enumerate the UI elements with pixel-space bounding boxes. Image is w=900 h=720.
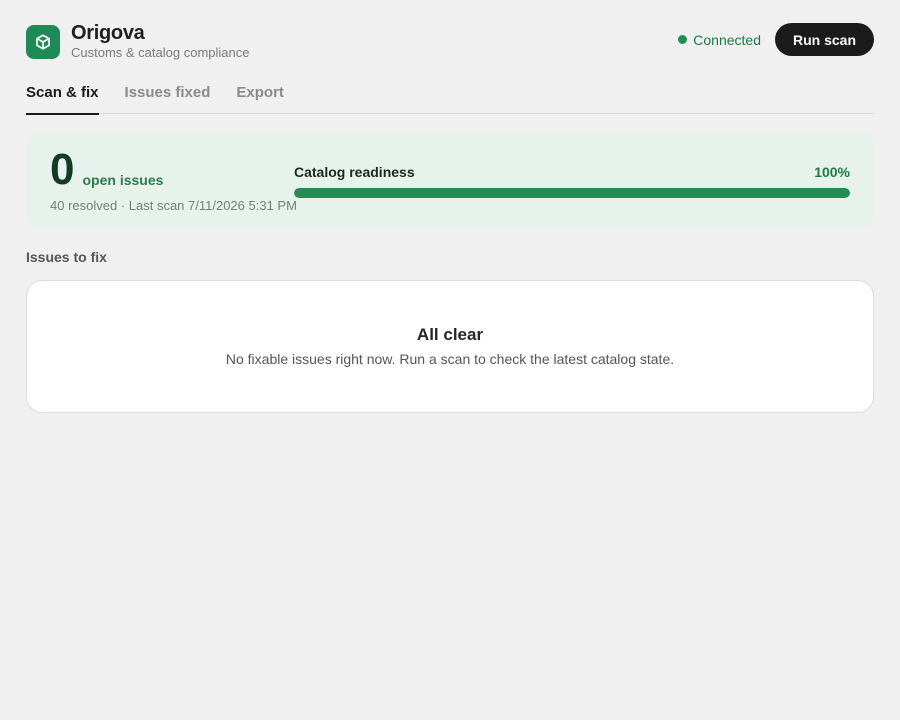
count-row: 0 open issues [50,148,297,192]
brand-text: Origova Customs & catalog compliance [71,22,249,61]
readiness-progress-fill [294,188,850,198]
run-scan-button[interactable]: Run scan [774,23,874,56]
empty-state-title: All clear [416,325,484,344]
tab-issues-fixed[interactable]: Issues fixed [125,84,211,114]
readiness-header: Catalog readiness 100% [294,164,850,180]
app-subtitle: Customs & catalog compliance [71,45,250,60]
open-issues-count: 0 [50,145,75,194]
empty-state-text: No fixable issues right now. Run a scan … [225,351,675,367]
readiness-percent: 100% [814,164,850,180]
app-name: Origova [71,22,145,44]
tab-export[interactable]: Export [236,84,284,114]
issues-empty-state: All clear No fixable issues right now. R… [26,280,874,413]
issues-section-title: Issues to fix [26,249,107,265]
connection-status: Connected [678,32,761,48]
status-text: Connected [693,31,761,48]
catalog-readiness: Catalog readiness 100% [294,164,850,198]
readiness-progress-bar [294,188,850,198]
header-actions: Connected Run scan [678,23,874,56]
status-dot-icon [678,35,688,44]
scan-meta: 40 resolved · Last scan 7/11/2026 5:31 P… [50,198,297,213]
tab-scan-fix[interactable]: Scan & fix [26,84,99,115]
package-icon [26,24,60,59]
brand: Origova Customs & catalog compliance [26,22,249,61]
summary-card: 0 open issues 40 resolved · Last scan 7/… [26,132,874,228]
readiness-label: Catalog readiness [294,164,415,180]
app-root: Origova Customs & catalog compliance Con… [26,0,874,413]
open-issues-label: open issues [82,172,164,188]
open-issues-block: 0 open issues 40 resolved · Last scan 7/… [50,148,297,214]
tab-bar: Scan & fix Issues fixed Export [26,84,874,115]
app-header: Origova Customs & catalog compliance Con… [26,0,874,80]
